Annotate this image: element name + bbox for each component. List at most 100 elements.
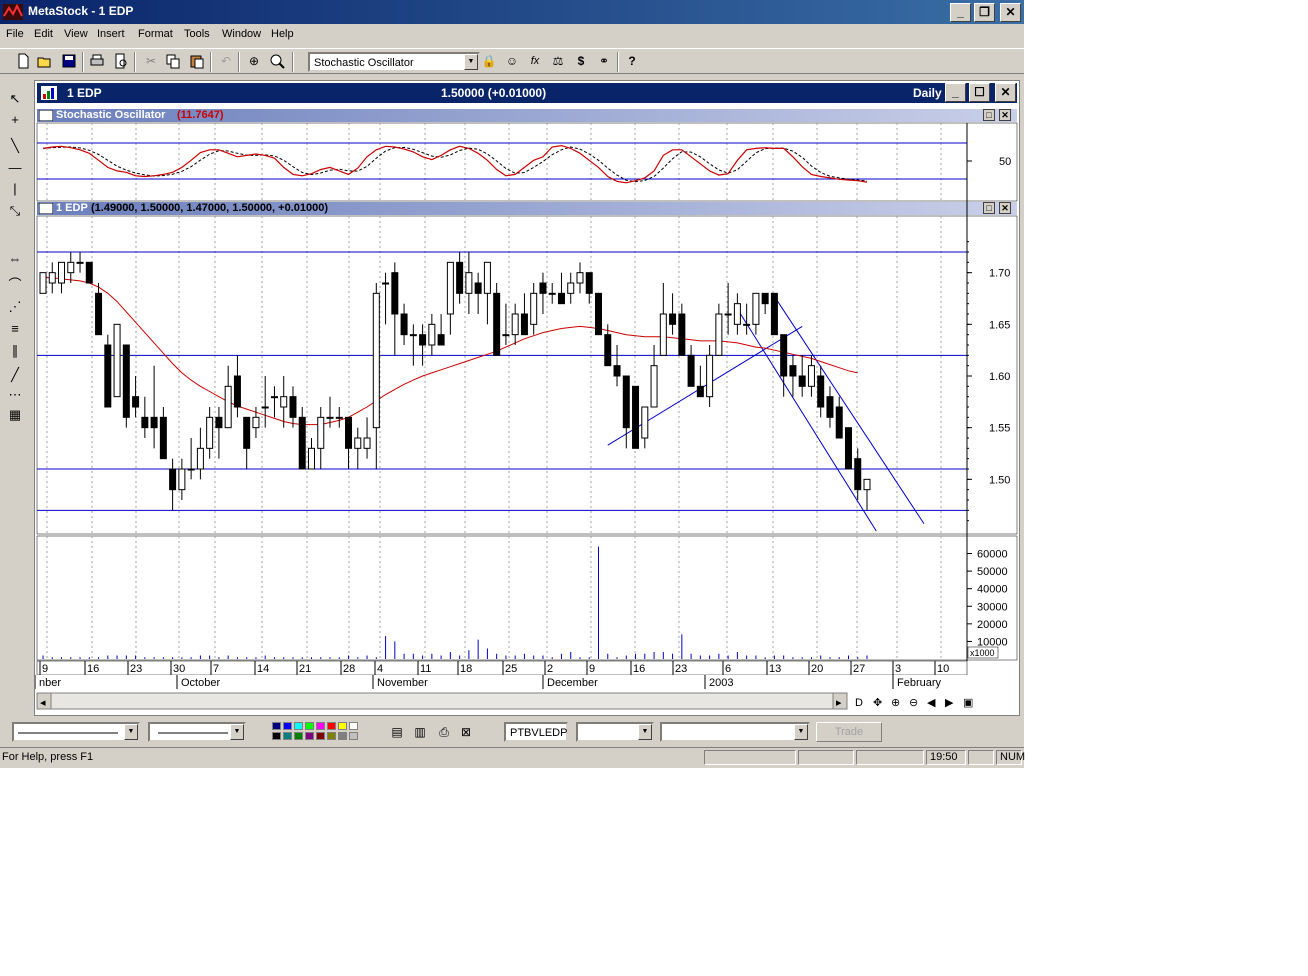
next-icon[interactable]: ▶ — [945, 697, 954, 709]
menu-insert[interactable]: Insert — [97, 28, 125, 40]
candle-body — [243, 416, 251, 449]
color-swatch[interactable] — [349, 722, 358, 730]
candle-body — [567, 282, 575, 294]
chevron-down-icon[interactable]: ▼ — [124, 724, 138, 740]
color-swatch[interactable] — [305, 722, 314, 730]
previous-icon[interactable]: ◀ — [927, 697, 936, 709]
candle-body — [345, 416, 353, 449]
candle-body — [113, 323, 121, 398]
candle-body — [104, 344, 112, 408]
smart-chart-icon[interactable]: ⎙ — [435, 723, 453, 741]
chevron-down-icon[interactable]: ▼ — [638, 724, 652, 740]
status-cell — [704, 750, 796, 765]
menu-view[interactable]: View — [64, 28, 88, 40]
open-chart-icon[interactable]: ▥ — [411, 723, 429, 741]
color-swatch[interactable] — [294, 722, 303, 730]
fit-icon[interactable]: ▣ — [963, 697, 973, 709]
chevron-down-icon[interactable]: ▼ — [230, 724, 244, 740]
crosshair-icon[interactable]: ⊕ — [245, 52, 263, 70]
color-palette[interactable] — [272, 722, 366, 742]
chart-canvas[interactable]: 50 1.70 1.65 1.60 1.55 1.50 60000 50000 40000 3… — [35, 81, 1019, 715]
color-swatch[interactable] — [327, 722, 336, 730]
open-icon[interactable] — [36, 52, 54, 70]
formula-icon[interactable]: fx — [526, 52, 544, 70]
paste-icon[interactable] — [188, 52, 206, 70]
crosshair-tool-icon[interactable]: + — [5, 111, 25, 129]
menu-window[interactable]: Window — [222, 28, 261, 40]
color-swatch[interactable] — [272, 732, 281, 740]
color-swatch[interactable] — [316, 722, 325, 730]
status-cell — [856, 750, 924, 765]
indicator-select[interactable]: Stochastic Oscillator ▼ — [308, 52, 480, 72]
window-title: MetaStock - 1 EDP — [28, 4, 134, 18]
line-style-select[interactable]: ▼ — [12, 722, 140, 742]
color-swatch[interactable] — [349, 732, 358, 740]
indicator-select-value: Stochastic Oscillator — [314, 57, 414, 69]
color-swatch[interactable] — [327, 732, 336, 740]
minimize-button[interactable]: _ — [950, 3, 971, 22]
menu-help[interactable]: Help — [271, 28, 294, 40]
periodicity-select[interactable]: ▼ — [576, 722, 654, 742]
menu-tools[interactable]: Tools — [184, 28, 210, 40]
binoculars-icon[interactable]: ⚭ — [595, 52, 613, 70]
scroll-left-arrow[interactable]: ◂ — [40, 697, 46, 709]
expert-icon[interactable]: ☺ — [503, 52, 521, 70]
bottom-toolbar: ▼ ▼ ▤ ▥ ⎙ ⊠ PTBVLEDP ▼ ▼ Trade — [0, 718, 1024, 746]
regression-icon[interactable]: ╱ — [5, 366, 25, 384]
color-swatch[interactable] — [272, 722, 281, 730]
cut-icon[interactable]: ✂ — [142, 52, 160, 70]
new-icon[interactable] — [14, 52, 32, 70]
color-swatch[interactable] — [283, 732, 292, 740]
gann-grid-icon[interactable]: ▦ — [5, 406, 25, 424]
horizontal-line-icon[interactable]: — — [5, 159, 25, 177]
new-chart-icon[interactable]: ▤ — [388, 723, 406, 741]
dollar-icon[interactable]: $ — [572, 52, 590, 70]
zoom-out-icon[interactable]: ⊖ — [909, 697, 918, 709]
vertical-line-icon[interactable]: | — [5, 180, 25, 198]
color-swatch[interactable] — [316, 732, 325, 740]
security-select[interactable]: PTBVLEDP — [504, 722, 568, 742]
pointer-icon[interactable]: ↖ — [5, 90, 25, 108]
daily-button[interactable]: D — [855, 697, 863, 709]
color-swatch[interactable] — [294, 732, 303, 740]
color-swatch[interactable] — [283, 722, 292, 730]
account-select[interactable]: ▼ — [660, 722, 810, 742]
color-swatch[interactable] — [338, 722, 347, 730]
text-tool-icon[interactable]: ⤡ — [5, 202, 25, 220]
print-preview-icon[interactable] — [112, 52, 130, 70]
trade-button[interactable]: Trade — [816, 722, 882, 742]
trendline-icon[interactable]: ╲ — [5, 137, 25, 155]
undo-icon[interactable]: ↶ — [217, 52, 235, 70]
lock-icon[interactable]: 🔒 — [480, 52, 498, 70]
time-zones-icon[interactable]: ∥ — [5, 342, 25, 360]
close-button[interactable]: ✕ — [1000, 3, 1021, 22]
candle-body — [58, 261, 66, 284]
system-icon[interactable]: ⚖ — [549, 52, 567, 70]
zoom-in-icon[interactable]: ⊕ — [891, 697, 900, 709]
fan-lines-icon[interactable]: ⋰ — [5, 298, 25, 316]
date-axis-day: 7 — [213, 663, 219, 675]
menu-edit[interactable]: Edit — [34, 28, 53, 40]
template-icon[interactable]: ⊠ — [457, 723, 475, 741]
restore-button[interactable]: ❐ — [974, 3, 995, 22]
speed-lines-icon[interactable]: ⋯ — [5, 386, 25, 404]
copy-icon[interactable] — [164, 52, 182, 70]
scroll-right-arrow[interactable]: ▸ — [836, 697, 842, 709]
save-icon[interactable] — [60, 52, 78, 70]
color-swatch[interactable] — [338, 732, 347, 740]
candle-body — [298, 416, 306, 470]
chevron-down-icon[interactable]: ▼ — [794, 724, 808, 740]
menu-format[interactable]: Format — [138, 28, 173, 40]
chevron-down-icon[interactable]: ▼ — [464, 54, 478, 70]
scroll-tool-icon[interactable]: ⇔ — [5, 250, 25, 268]
cycle-lines-icon[interactable]: ⌒ — [5, 276, 25, 294]
fibonacci-retracement-icon[interactable]: ≡ — [5, 320, 25, 338]
color-swatch[interactable] — [305, 732, 314, 740]
horizontal-scrollbar[interactable] — [36, 692, 848, 710]
line-weight-select[interactable]: ▼ — [148, 722, 246, 742]
print-icon[interactable] — [88, 52, 106, 70]
help-icon[interactable]: ? — [623, 52, 641, 70]
pan-icon[interactable]: ✥ — [873, 697, 882, 709]
zoom-icon[interactable] — [268, 52, 286, 70]
menu-file[interactable]: File — [6, 28, 24, 40]
